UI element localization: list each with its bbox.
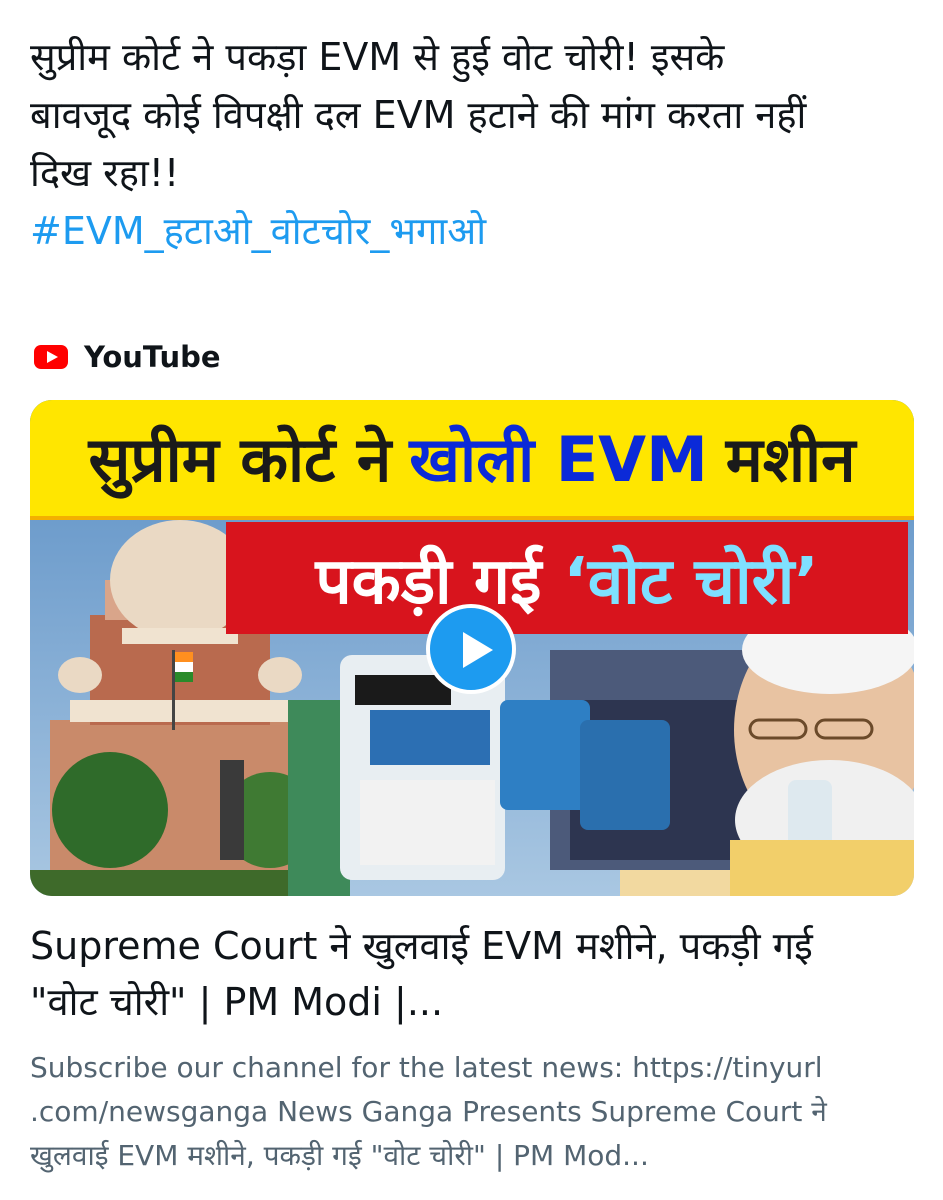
banner-top-highlight: खोली EVM xyxy=(409,423,708,496)
banner-bottom-highlight: ‘वोट चोरी’ xyxy=(563,544,819,619)
video-title-line: "वोट चोरी" | PM Modi |... xyxy=(30,980,444,1024)
card-source[interactable]: YouTube xyxy=(34,340,221,374)
thumbnail-banner-bottom: पकड़ी गई ‘वोट चोरी’ xyxy=(226,522,908,634)
banner-bottom-text: पकड़ी गई xyxy=(315,544,542,619)
youtube-logo-icon xyxy=(34,345,68,369)
video-title[interactable]: Supreme Court ने खुलवाई EVM मशीने, पकड़ी… xyxy=(30,918,920,1030)
banner-top-text: मशीन xyxy=(725,423,856,496)
video-description-line: .com/newsganga News Ganga Presents Supre… xyxy=(30,1095,827,1128)
hashtag-link[interactable]: #EVM_हटाओ_वोटचोर_भगाओ xyxy=(30,202,920,260)
video-description[interactable]: Subscribe our channel for the latest new… xyxy=(30,1046,920,1178)
video-description-line: Subscribe our channel for the latest new… xyxy=(30,1051,823,1084)
banner-top-text: सुप्रीम कोर्ट ने xyxy=(88,423,392,496)
video-description-line: खुलवाई EVM मशीने, पकड़ी गई "वोट चोरी" | … xyxy=(30,1139,649,1172)
post-text-line: सुप्रीम कोर्ट ने पकड़ा EVM से हुई वोट चो… xyxy=(30,35,725,79)
video-thumbnail[interactable]: सुप्रीम कोर्ट ने खोली EVM मशीन पकड़ी गई … xyxy=(30,400,914,896)
play-icon[interactable] xyxy=(426,604,516,694)
source-name: YouTube xyxy=(84,340,221,374)
video-title-line: Supreme Court ने खुलवाई EVM मशीने, पकड़ी… xyxy=(30,924,813,968)
post-text: सुप्रीम कोर्ट ने पकड़ा EVM से हुई वोट चो… xyxy=(30,28,920,260)
post-text-line: बावजूद कोई विपक्षी दल EVM हटाने की मांग … xyxy=(30,93,807,137)
post-text-line: दिख रहा!! xyxy=(30,151,180,195)
thumbnail-banner-top: सुप्रीम कोर्ट ने खोली EVM मशीन xyxy=(30,400,914,520)
